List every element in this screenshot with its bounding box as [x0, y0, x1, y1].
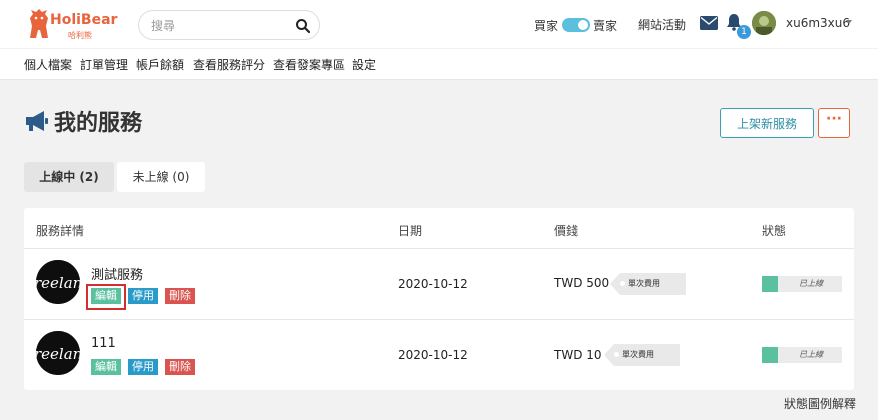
pause-button[interactable]: 停用 — [128, 288, 158, 304]
tab-offline[interactable]: 未上線 (0) — [117, 162, 205, 192]
search-input[interactable] — [151, 16, 291, 36]
service-price: TWD 500 — [554, 276, 610, 290]
header-divider — [24, 248, 854, 249]
bear-logo-icon — [30, 9, 48, 38]
delete-button[interactable]: 刪除 — [165, 288, 195, 304]
username[interactable]: xu6m3xu6 — [786, 16, 850, 30]
megaphone-icon — [26, 111, 48, 131]
status-legend-link[interactable]: 狀態圖例解釋 — [784, 395, 856, 412]
logo-subtext: 哈利熊 — [68, 31, 92, 40]
buyer-seller-switch: 買家 賣家 — [534, 16, 617, 34]
header-price: 價錢 — [554, 224, 579, 238]
service-date: 2020-10-12 — [398, 348, 468, 362]
nav-item-settings[interactable]: 設定 — [352, 56, 376, 73]
logo-text: HoliBear — [50, 12, 118, 28]
avatar-text: reelanc — [36, 274, 80, 292]
add-service-button[interactable]: 上架新服務 — [720, 108, 814, 138]
service-thumbnail: reelanc — [36, 260, 80, 304]
status-badge: 已上線 — [762, 276, 842, 292]
price-type-tag: 單次費用 — [604, 344, 680, 366]
seller-label[interactable]: 賣家 — [593, 17, 617, 34]
service-name[interactable]: 測試服務 — [91, 264, 143, 283]
site-logo[interactable]: HoliBear 哈利熊 — [28, 8, 118, 42]
header-date: 日期 — [398, 224, 423, 238]
search-icon[interactable] — [295, 18, 311, 34]
row-divider — [24, 319, 854, 320]
header-details: 服務詳情 — [36, 224, 85, 238]
status-text: 已上線 — [799, 350, 823, 359]
service-date: 2020-10-12 — [398, 277, 468, 291]
pause-button[interactable]: 停用 — [128, 359, 158, 375]
nav-item-orders[interactable]: 訂單管理 — [80, 56, 128, 73]
nav-item-balance[interactable]: 帳戶餘額 — [136, 56, 184, 73]
service-price: TWD 10 — [554, 348, 602, 362]
search-box — [138, 10, 320, 40]
mail-icon[interactable] — [700, 16, 718, 30]
edit-button[interactable]: 編輯 — [91, 359, 121, 375]
status-text: 已上線 — [799, 279, 823, 288]
buyer-label[interactable]: 買家 — [534, 17, 558, 34]
status-color-square — [762, 347, 778, 363]
page-title: 我的服務 — [54, 111, 143, 136]
nav-item-profile[interactable]: 個人檔案 — [24, 56, 72, 73]
more-options-button[interactable]: ··· — [818, 108, 850, 138]
service-thumbnail: reelanc — [36, 331, 80, 375]
edit-highlight-box — [86, 284, 126, 310]
service-avatar[interactable]: reelanc — [36, 331, 80, 375]
status-color-square — [762, 276, 778, 292]
nav-item-service-ratings[interactable]: 查看服務評分 — [193, 56, 265, 73]
notification-badge: 1 — [737, 25, 751, 39]
nav-item-job-posts[interactable]: 查看發案專區 — [273, 56, 345, 73]
tab-online[interactable]: 上線中 (2) — [24, 162, 114, 192]
top-header: HoliBear 哈利熊 買家 賣家 網站活動 1 xu6m3xu6 個人檔案 … — [0, 0, 878, 80]
header-status: 狀態 — [762, 224, 787, 238]
user-avatar[interactable] — [752, 11, 776, 35]
site-activity-link[interactable]: 網站活動 — [638, 16, 686, 33]
chevron-down-icon[interactable] — [846, 20, 852, 24]
price-type-tag: 單次費用 — [610, 273, 686, 295]
status-badge: 已上線 — [762, 347, 842, 363]
avatar-image — [752, 11, 776, 35]
service-name[interactable]: 111 — [91, 336, 116, 351]
service-avatar[interactable]: reelanc — [36, 260, 80, 304]
mode-toggle[interactable] — [562, 18, 591, 32]
services-table: 服務詳情 日期 價錢 狀態 reelanc 測試服務 編輯 停用 刪除 2020… — [24, 208, 854, 390]
avatar-text: reelanc — [36, 345, 80, 363]
page-title-wrap: 我的服務 — [24, 106, 142, 136]
user-nav: 個人檔案 訂單管理 帳戶餘額 查看服務評分 查看發案專區 設定 — [0, 48, 878, 80]
delete-button[interactable]: 刪除 — [165, 359, 195, 375]
